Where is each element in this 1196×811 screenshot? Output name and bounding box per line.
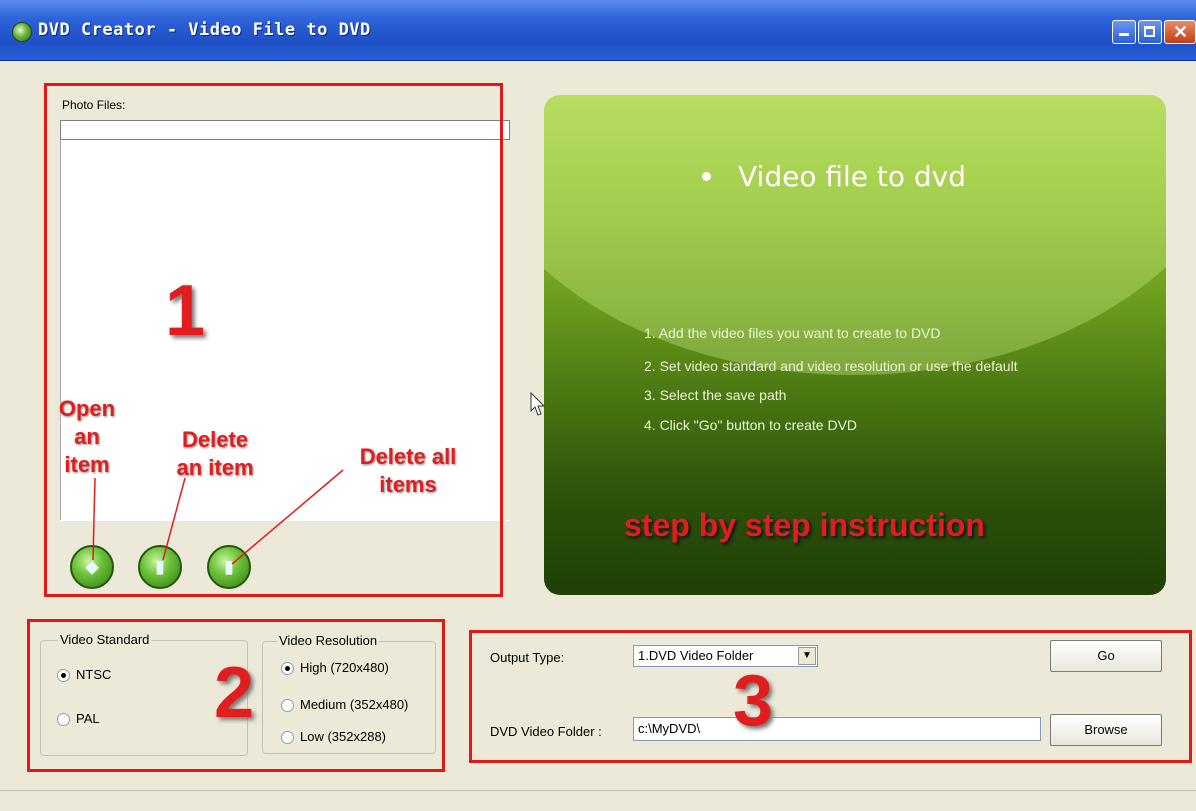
panel-title: Video file to dvd bbox=[738, 160, 967, 193]
annotation-line: Delete all bbox=[359, 444, 457, 469]
step-4: 4. Click "Go" button to create DVD bbox=[644, 417, 858, 433]
annotation-delete-item: Delete an item bbox=[160, 426, 270, 482]
annotation-line: item bbox=[64, 452, 110, 477]
annotation-instruction: step by step instruction bbox=[624, 507, 985, 543]
annotation-number-1: 1 bbox=[165, 271, 206, 351]
app-icon bbox=[12, 22, 32, 42]
maximize-button[interactable] bbox=[1138, 20, 1162, 44]
step-1: 1. Add the video files you want to creat… bbox=[644, 325, 941, 341]
step-2: 2. Set video standard and video resoluti… bbox=[644, 358, 1018, 374]
minimize-icon bbox=[1119, 33, 1129, 36]
title-bar: DVD Creator - Video File to DVD ✕ bbox=[0, 0, 1196, 61]
maximize-icon bbox=[1144, 26, 1155, 37]
annotation-line: an item bbox=[176, 455, 254, 480]
bullet-icon bbox=[702, 172, 711, 181]
annotation-box-3 bbox=[469, 630, 1192, 763]
annotation-line: an bbox=[74, 424, 100, 449]
step-3: 3. Select the save path bbox=[644, 387, 787, 403]
minimize-button[interactable] bbox=[1112, 20, 1136, 44]
annotation-number-3: 3 bbox=[733, 661, 774, 741]
annotation-number-2: 2 bbox=[214, 653, 255, 733]
window-title: DVD Creator - Video File to DVD bbox=[38, 20, 371, 40]
close-icon: ✕ bbox=[1173, 22, 1189, 42]
annotation-delete-all: Delete all items bbox=[338, 443, 478, 499]
mouse-cursor-icon bbox=[530, 392, 546, 416]
annotation-box-1 bbox=[44, 83, 503, 597]
close-button[interactable]: ✕ bbox=[1164, 20, 1196, 44]
annotation-line: Delete bbox=[181, 427, 249, 452]
annotation-line: items bbox=[379, 472, 437, 497]
instruction-panel: Video file to dvd 1. Add the video files… bbox=[544, 95, 1166, 595]
status-bar bbox=[0, 790, 1196, 811]
annotation-open-item: Open an item bbox=[52, 395, 122, 479]
annotation-line: Open bbox=[58, 396, 116, 421]
